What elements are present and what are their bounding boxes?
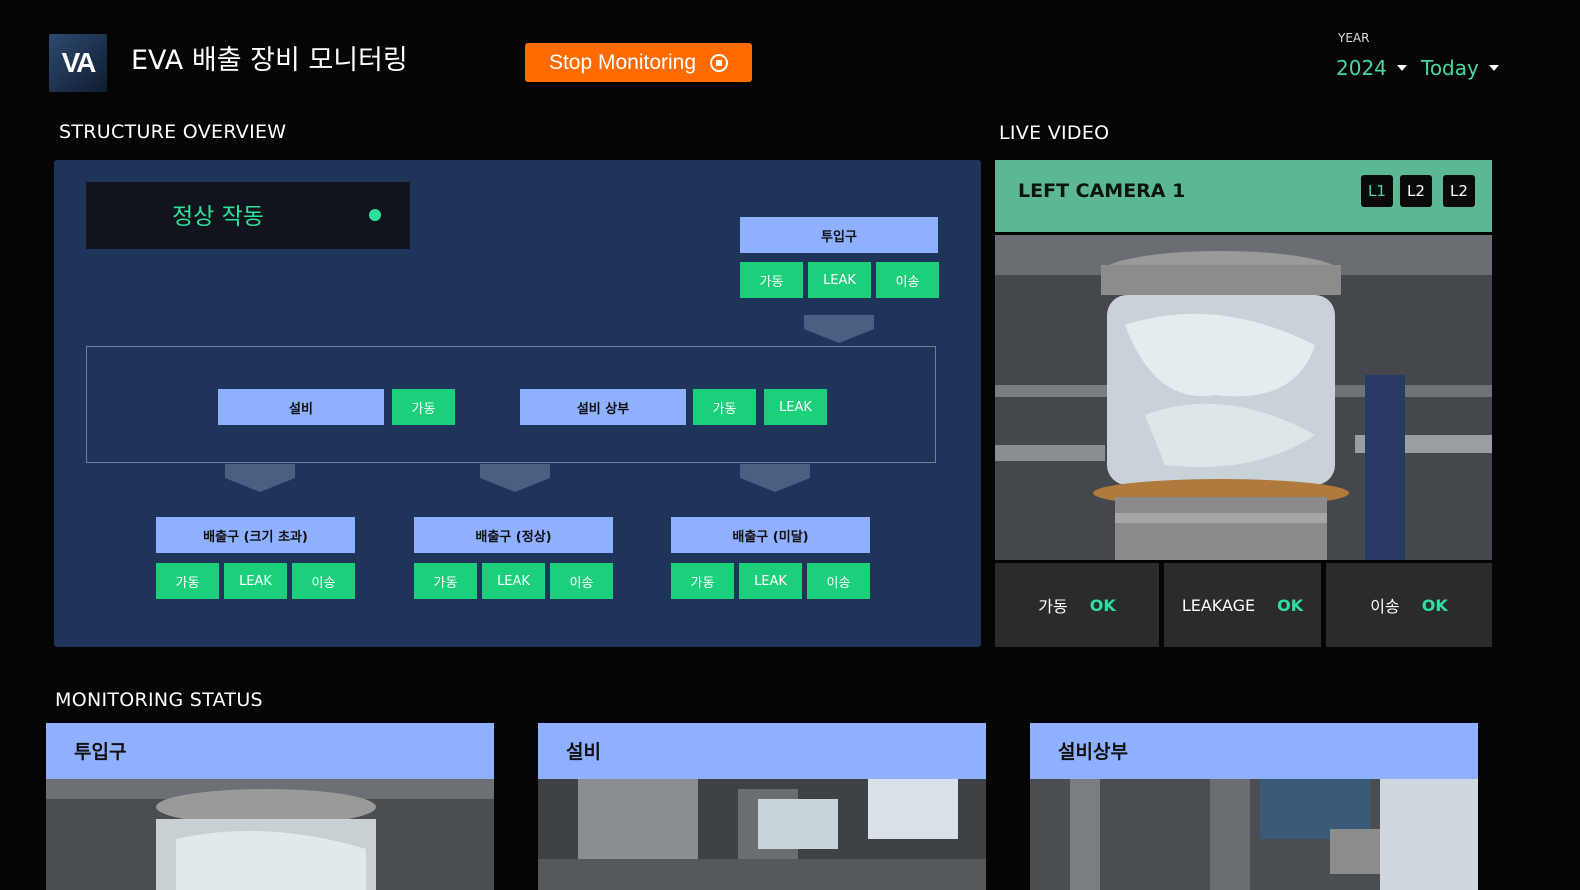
stat-operation: 가동 OK: [995, 563, 1159, 647]
monitoring-card-input[interactable]: 투입구: [46, 723, 494, 890]
stat-transfer-label: 이송: [1370, 597, 1400, 616]
live-video-feed[interactable]: [995, 235, 1492, 560]
outlet-normal-tag-leak: LEAK: [482, 563, 545, 599]
chevron-down-icon: [1396, 65, 1407, 71]
period-select[interactable]: Today: [1421, 56, 1499, 80]
stat-operation-label: 가동: [1038, 597, 1068, 616]
monitoring-card-header: 설비상부: [1030, 723, 1478, 779]
input-tag-operation: 가동: [740, 262, 803, 298]
stat-transfer: 이송 OK: [1326, 563, 1492, 647]
monitoring-card-title: 투입구: [74, 741, 127, 763]
monitoring-card-equipment[interactable]: 설비: [538, 723, 986, 890]
node-input[interactable]: 투입구: [740, 217, 938, 253]
structure-overview-title: STRUCTURE OVERVIEW: [59, 121, 287, 143]
monitoring-card-header: 설비: [538, 723, 986, 779]
outlet-oversize-tag-operation: 가동: [156, 563, 219, 599]
node-equipment-top[interactable]: 설비 상부: [520, 389, 686, 425]
node-outlet-under[interactable]: 배출구 (미달): [671, 517, 870, 553]
stat-leakage: LEAKAGE OK: [1164, 563, 1321, 647]
outlet-normal-tag-operation: 가동: [414, 563, 477, 599]
node-outlet-oversize[interactable]: 배출구 (크기 초과): [156, 517, 355, 553]
node-equipment[interactable]: 설비: [218, 389, 384, 425]
monitoring-card-equipment-top[interactable]: 설비상부: [1030, 723, 1478, 890]
chevron-down-icon: [1488, 65, 1499, 71]
input-tag-leak: LEAK: [808, 262, 871, 298]
monitoring-card-image: [538, 779, 986, 890]
stat-leakage-label: LEAKAGE: [1181, 595, 1256, 615]
stat-operation-value: OK: [1089, 595, 1116, 615]
live-video-title: LIVE VIDEO: [999, 122, 1110, 144]
equipment-top-tag-operation: 가동: [693, 389, 756, 425]
system-status-text: 정상 작동: [172, 204, 264, 230]
app-logo: VA: [49, 34, 107, 92]
camera-title: LEFT CAMERA 1: [1018, 180, 1186, 202]
outlet-under-tag-transfer: 이송: [807, 563, 870, 599]
year-value: 2024: [1336, 56, 1387, 80]
monitoring-card-title: 설비상부: [1058, 741, 1128, 763]
monitoring-card-title: 설비: [566, 741, 601, 763]
year-select[interactable]: 2024: [1336, 56, 1407, 80]
outlet-oversize-tag-leak: LEAK: [224, 563, 287, 599]
outlet-normal-tag-transfer: 이송: [550, 563, 613, 599]
outlet-under-tag-leak: LEAK: [739, 563, 802, 599]
equipment-tag-operation: 가동: [392, 389, 455, 425]
logo-text: VA: [61, 47, 97, 78]
camera-button-l1[interactable]: L1: [1361, 175, 1393, 207]
input-tag-transfer: 이송: [876, 262, 939, 298]
period-value: Today: [1421, 56, 1479, 80]
monitoring-card-image: [1030, 779, 1478, 890]
outlet-oversize-tag-transfer: 이송: [292, 563, 355, 599]
video-frame-image: [995, 235, 1492, 560]
stat-leakage-value: OK: [1277, 595, 1304, 615]
equipment-top-tag-leak: LEAK: [764, 389, 827, 425]
year-label: YEAR: [1338, 31, 1370, 45]
status-indicator-dot: [369, 209, 381, 221]
camera-button-l2-alt[interactable]: L2: [1443, 175, 1475, 207]
stop-icon: [710, 53, 729, 72]
monitoring-card-header: 투입구: [46, 723, 494, 779]
outlet-under-tag-operation: 가동: [671, 563, 734, 599]
stop-monitoring-label: Stop Monitoring: [548, 50, 697, 74]
monitoring-card-image: [46, 779, 494, 890]
stop-monitoring-button[interactable]: Stop Monitoring: [525, 43, 752, 82]
monitoring-status-title: MONITORING STATUS: [55, 689, 263, 711]
node-outlet-normal[interactable]: 배출구 (정상): [414, 517, 613, 553]
stat-transfer-value: OK: [1421, 595, 1448, 615]
camera-button-l2[interactable]: L2: [1400, 175, 1432, 207]
app-title: EVA 배출 장비 모니터링: [131, 45, 408, 76]
